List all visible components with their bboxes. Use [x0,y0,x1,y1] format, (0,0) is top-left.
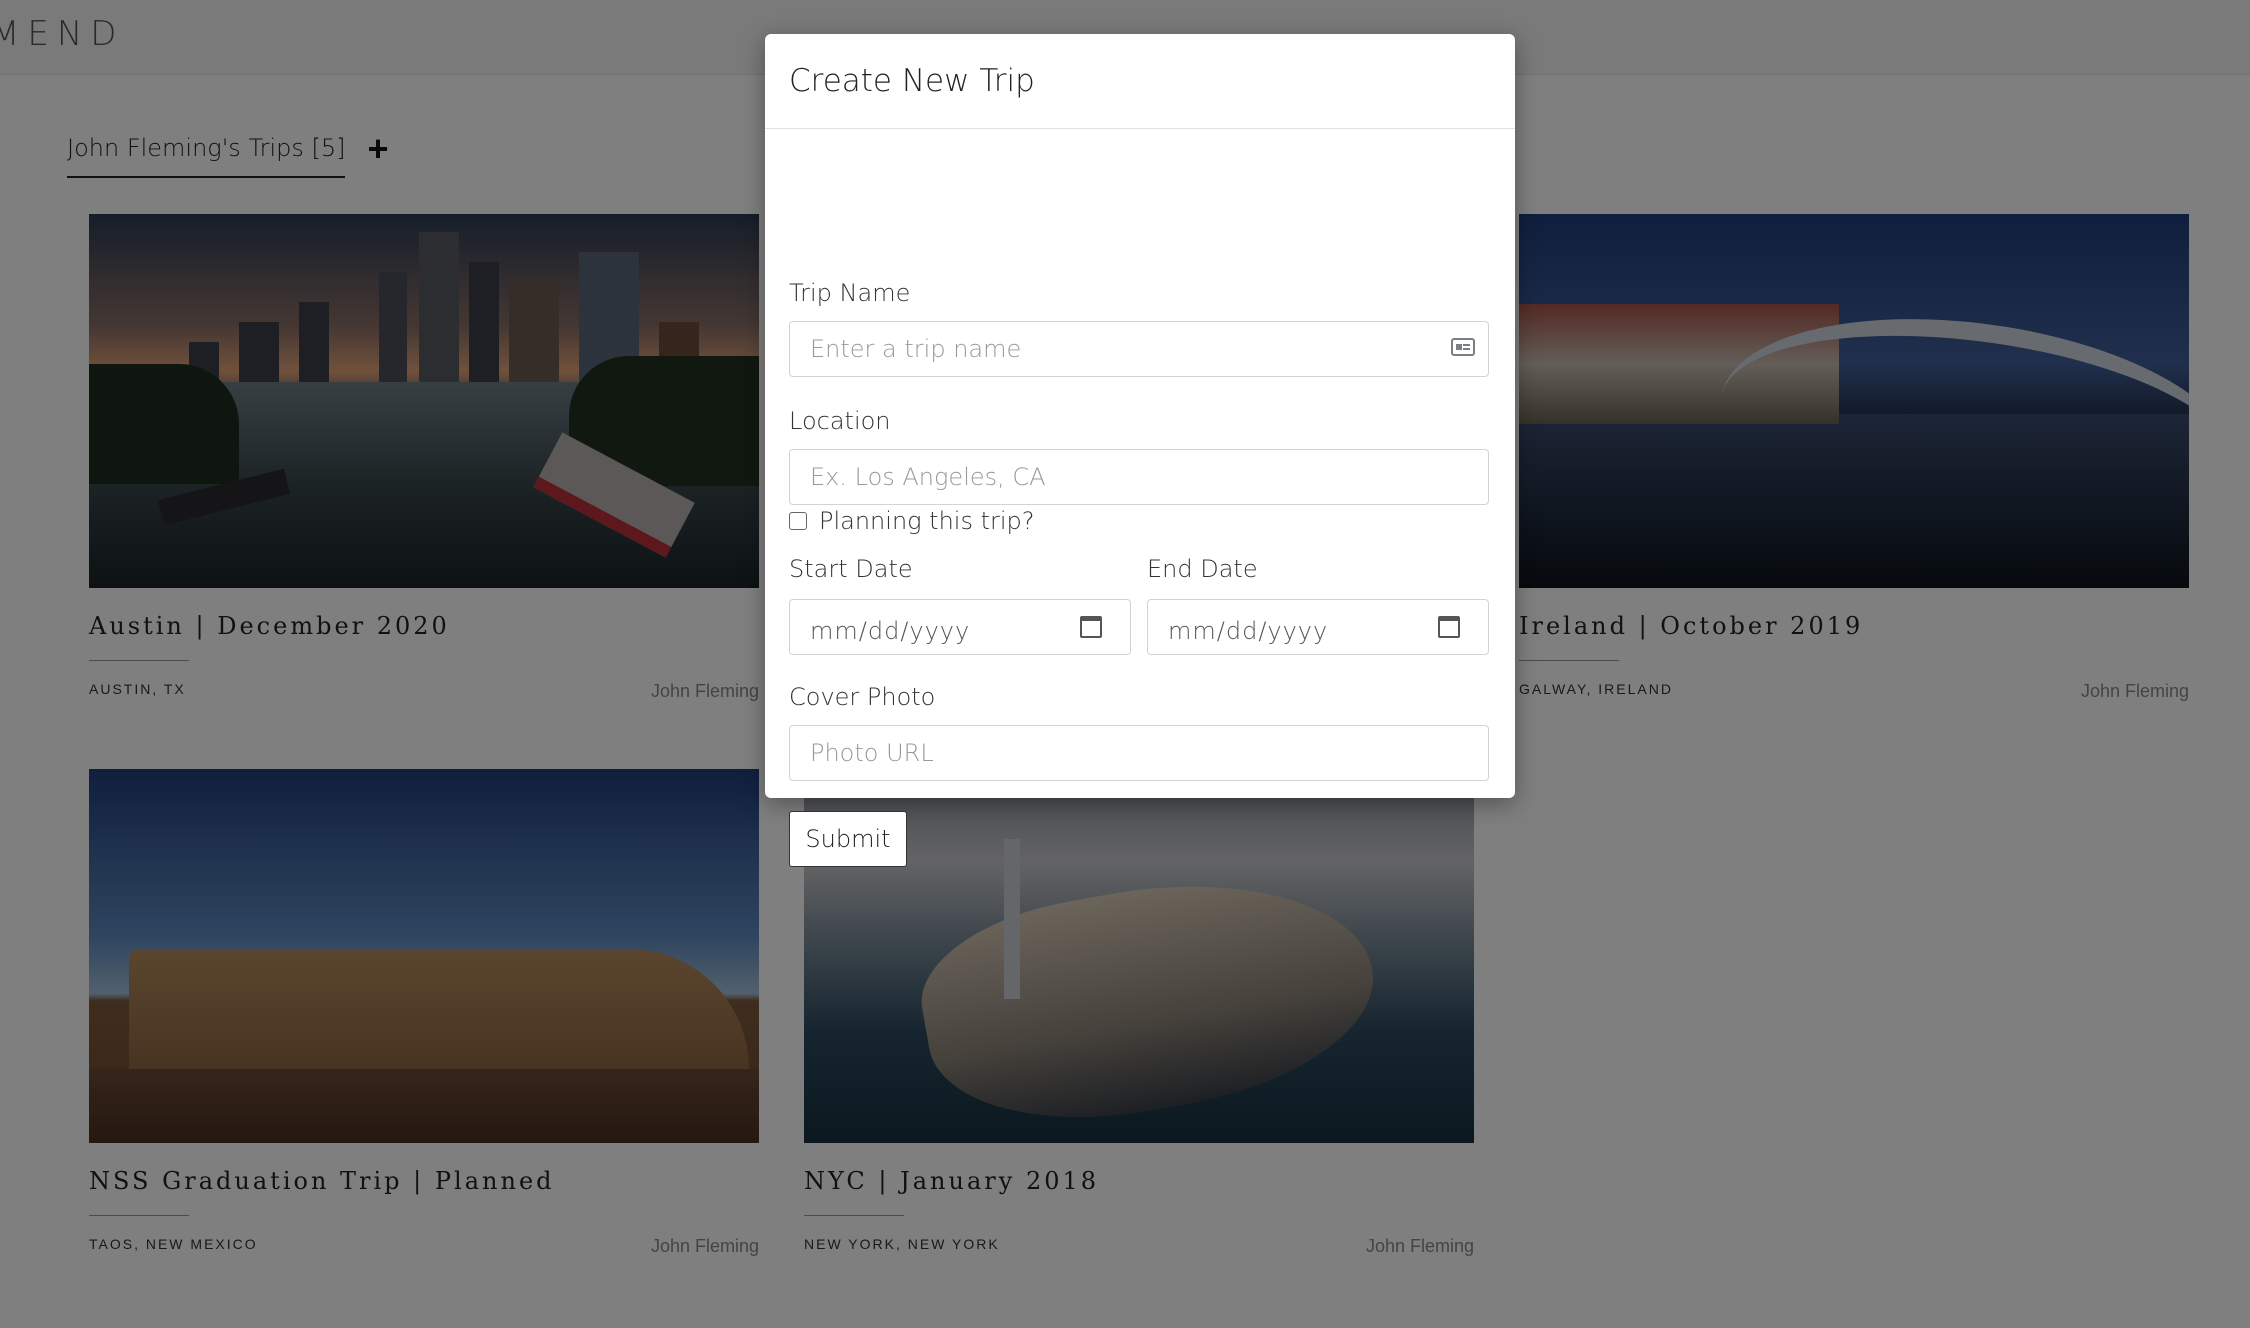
trip-name-label: Trip Name [789,279,911,307]
start-date-label: Start Date [789,555,913,583]
location-label: Location [789,407,891,435]
trip-name-input[interactable] [789,321,1489,377]
location-input[interactable] [789,449,1489,505]
start-date-value: mm/dd/yyyy [810,617,971,645]
planning-checkbox[interactable] [789,512,807,530]
submit-button[interactable]: Submit [789,811,907,867]
create-trip-modal: Create New Trip Trip Name Location Plann… [765,34,1515,867]
start-date-input[interactable]: mm/dd/yyyy [789,599,1131,655]
end-date-value: mm/dd/yyyy [1168,617,1329,645]
cover-photo-input[interactable] [789,725,1489,781]
contact-card-icon [1451,338,1475,356]
end-date-input[interactable]: mm/dd/yyyy [1147,599,1489,655]
cover-photo-label: Cover Photo [789,683,936,711]
modal-title: Create New Trip [765,34,1515,129]
end-date-label: End Date [1147,555,1258,583]
calendar-icon[interactable] [1438,616,1460,638]
planning-label[interactable]: Planning this trip? [819,507,1035,535]
calendar-icon[interactable] [1080,616,1102,638]
